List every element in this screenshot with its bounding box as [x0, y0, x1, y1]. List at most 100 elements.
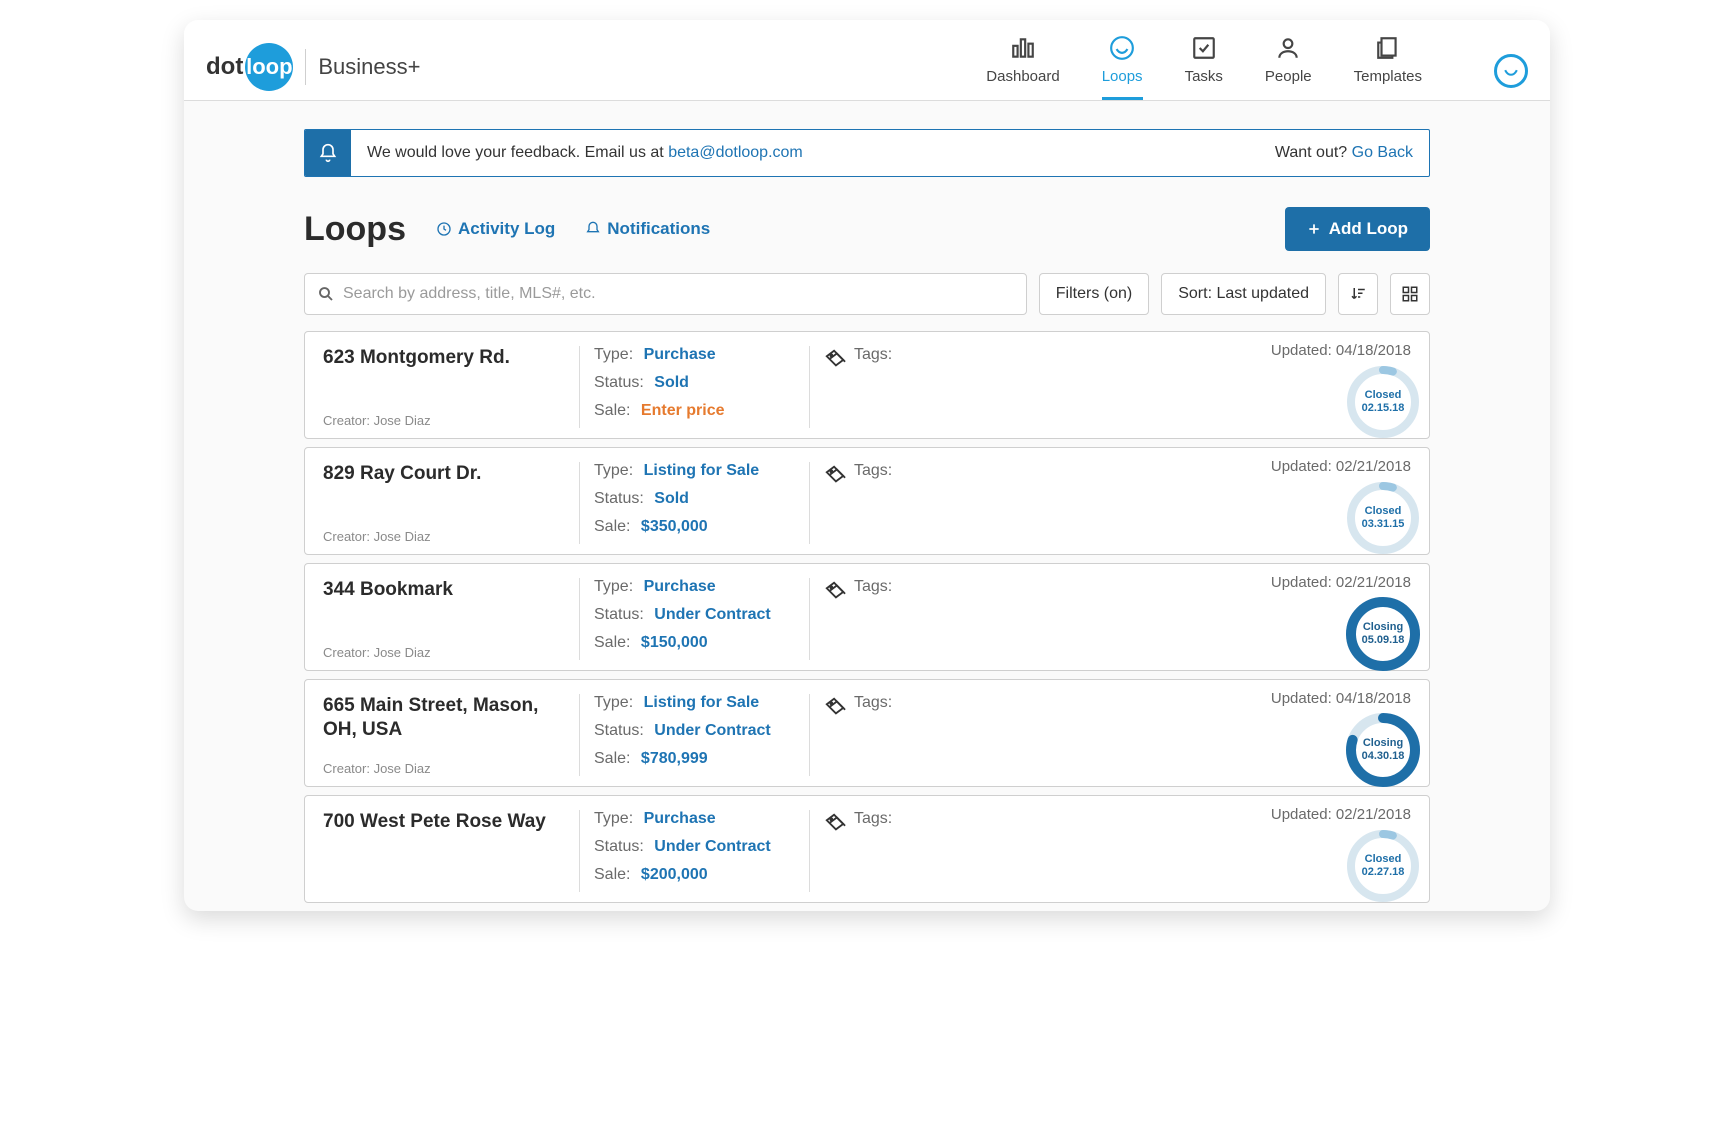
- loop-type-value[interactable]: Listing for Sale: [644, 694, 760, 711]
- loop-card[interactable]: 344 Bookmark Creator: Jose Diaz Type: Purc…: [304, 563, 1430, 671]
- profile-smile-badge[interactable]: [1494, 54, 1528, 88]
- nav-tasks[interactable]: Tasks: [1185, 34, 1223, 100]
- check-square-icon: [1190, 34, 1218, 62]
- loop-updated: Updated: 04/18/2018: [1271, 690, 1411, 707]
- loop-sale-label: Sale:: [594, 634, 630, 651]
- loop-status-value[interactable]: Sold: [654, 374, 689, 391]
- loop-type-label: Type:: [594, 578, 633, 595]
- loop-sale-label: Sale:: [594, 518, 630, 535]
- activity-log-link[interactable]: Activity Log: [436, 219, 555, 239]
- top-nav: dot loop Business+ Dashboard Loops: [184, 20, 1550, 101]
- loop-creator: Creator: Jose Diaz: [323, 645, 559, 660]
- tags-label: Tags:: [854, 462, 892, 480]
- sort-desc-icon: [1349, 285, 1367, 303]
- progress-ring: Closing05.09.18: [1345, 596, 1421, 672]
- loop-sale-label: Sale:: [594, 750, 630, 767]
- page-body: We would love your feedback. Email us at…: [184, 101, 1550, 903]
- ring-label: Closed02.27.18: [1345, 828, 1421, 904]
- loop-type-label: Type:: [594, 694, 633, 711]
- search-icon: [317, 285, 335, 303]
- toolbar: Filters (on) Sort: Last updated: [304, 273, 1430, 315]
- brand-logo: dot loop Business+: [206, 43, 420, 91]
- loop-status-value[interactable]: Under Contract: [654, 722, 770, 739]
- nav-label: Tasks: [1185, 68, 1223, 85]
- sort-button[interactable]: Sort: Last updated: [1161, 273, 1326, 315]
- add-loop-button[interactable]: Add Loop: [1285, 207, 1430, 251]
- loop-address: 665 Main Street, Mason, OH, USA: [323, 694, 559, 742]
- feedback-optout: Want out? Go Back: [1275, 144, 1429, 162]
- loop-type-label: Type:: [594, 462, 633, 479]
- loop-type-value[interactable]: Purchase: [644, 810, 716, 827]
- nav-dashboard[interactable]: Dashboard: [986, 34, 1059, 100]
- loop-updated: Updated: 02/21/2018: [1271, 458, 1411, 475]
- tags-label: Tags:: [854, 346, 892, 364]
- tags-icon: [824, 812, 846, 840]
- loop-status-label: Status:: [594, 838, 644, 855]
- loop-list: 623 Montgomery Rd. Creator: Jose Diaz Type…: [304, 331, 1430, 903]
- brand-loop-badge: loop: [245, 43, 293, 91]
- tags-icon: [824, 464, 846, 492]
- tags-icon: [824, 580, 846, 608]
- notifications-link[interactable]: Notifications: [585, 219, 710, 239]
- loop-creator: Creator: Jose Diaz: [323, 761, 559, 776]
- page-title: Loops: [304, 210, 406, 249]
- loop-address: 700 West Pete Rose Way: [323, 810, 559, 834]
- nav-label: People: [1265, 68, 1312, 85]
- loop-type-value[interactable]: Purchase: [644, 578, 716, 595]
- nav-loops[interactable]: Loops: [1102, 34, 1143, 100]
- loop-status-label: Status:: [594, 374, 644, 391]
- sort-direction-button[interactable]: [1338, 273, 1378, 315]
- nav-label: Templates: [1354, 68, 1422, 85]
- ring-label: Closing04.30.18: [1345, 712, 1421, 788]
- feedback-email-link[interactable]: beta@dotloop.com: [668, 144, 803, 161]
- loop-sale-value[interactable]: $350,000: [641, 518, 708, 535]
- loop-type-value[interactable]: Purchase: [644, 346, 716, 363]
- loop-status-value[interactable]: Under Contract: [654, 838, 770, 855]
- brand-plan-label: Business+: [318, 54, 420, 80]
- filters-button[interactable]: Filters (on): [1039, 273, 1149, 315]
- page-header: Loops Activity Log Notifications Add Loo…: [304, 207, 1430, 251]
- loop-card[interactable]: 623 Montgomery Rd. Creator: Jose Diaz Type…: [304, 331, 1430, 439]
- loop-sale-value[interactable]: Enter price: [641, 402, 725, 419]
- loop-updated: Updated: 04/18/2018: [1271, 342, 1411, 359]
- smile-icon: [1108, 34, 1136, 62]
- search-box[interactable]: [304, 273, 1027, 315]
- go-back-link[interactable]: Go Back: [1352, 144, 1413, 161]
- loop-type-label: Type:: [594, 346, 633, 363]
- view-grid-button[interactable]: [1390, 273, 1430, 315]
- tags-icon: [824, 348, 846, 376]
- progress-ring: Closed03.31.15: [1345, 480, 1421, 556]
- nav-templates[interactable]: Templates: [1354, 34, 1422, 100]
- tags-icon: [824, 696, 846, 724]
- app-window: dot loop Business+ Dashboard Loops: [184, 20, 1550, 911]
- loop-sale-value[interactable]: $200,000: [641, 866, 708, 883]
- loop-sale-label: Sale:: [594, 866, 630, 883]
- loop-card[interactable]: 700 West Pete Rose Way Type: PurchaseStat…: [304, 795, 1430, 903]
- loop-status-value[interactable]: Under Contract: [654, 606, 770, 623]
- ring-label: Closed03.31.15: [1345, 480, 1421, 556]
- loop-type-value[interactable]: Listing for Sale: [644, 462, 760, 479]
- loop-sale-value[interactable]: $780,999: [641, 750, 708, 767]
- loop-type-label: Type:: [594, 810, 633, 827]
- documents-icon: [1374, 34, 1402, 62]
- loop-sale-value[interactable]: $150,000: [641, 634, 708, 651]
- feedback-text: We would love your feedback. Email us at…: [351, 144, 1275, 162]
- loop-card[interactable]: 829 Ray Court Dr.Creator: Jose DiazType:…: [304, 447, 1430, 555]
- nav-label: Loops: [1102, 68, 1143, 85]
- nav-people[interactable]: People: [1265, 34, 1312, 100]
- loop-address: 623 Montgomery Rd.: [323, 346, 559, 370]
- loop-sale-label: Sale:: [594, 402, 630, 419]
- loop-creator: Creator: Jose Diaz: [323, 529, 559, 544]
- brand-dot-text: dot: [206, 53, 243, 81]
- loop-address: 344 Bookmark: [323, 578, 559, 602]
- progress-ring: Closing04.30.18: [1345, 712, 1421, 788]
- search-input[interactable]: [343, 285, 1014, 303]
- loop-status-label: Status:: [594, 490, 644, 507]
- tags-label: Tags:: [854, 578, 892, 596]
- loop-updated: Updated: 02/21/2018: [1271, 806, 1411, 823]
- loop-card[interactable]: 665 Main Street, Mason, OH, USA Creator: …: [304, 679, 1430, 787]
- loop-status-value[interactable]: Sold: [654, 490, 689, 507]
- loop-creator: Creator: Jose Diaz: [323, 413, 559, 428]
- loop-status-label: Status:: [594, 606, 644, 623]
- ring-label: Closed02.15.18: [1345, 364, 1421, 440]
